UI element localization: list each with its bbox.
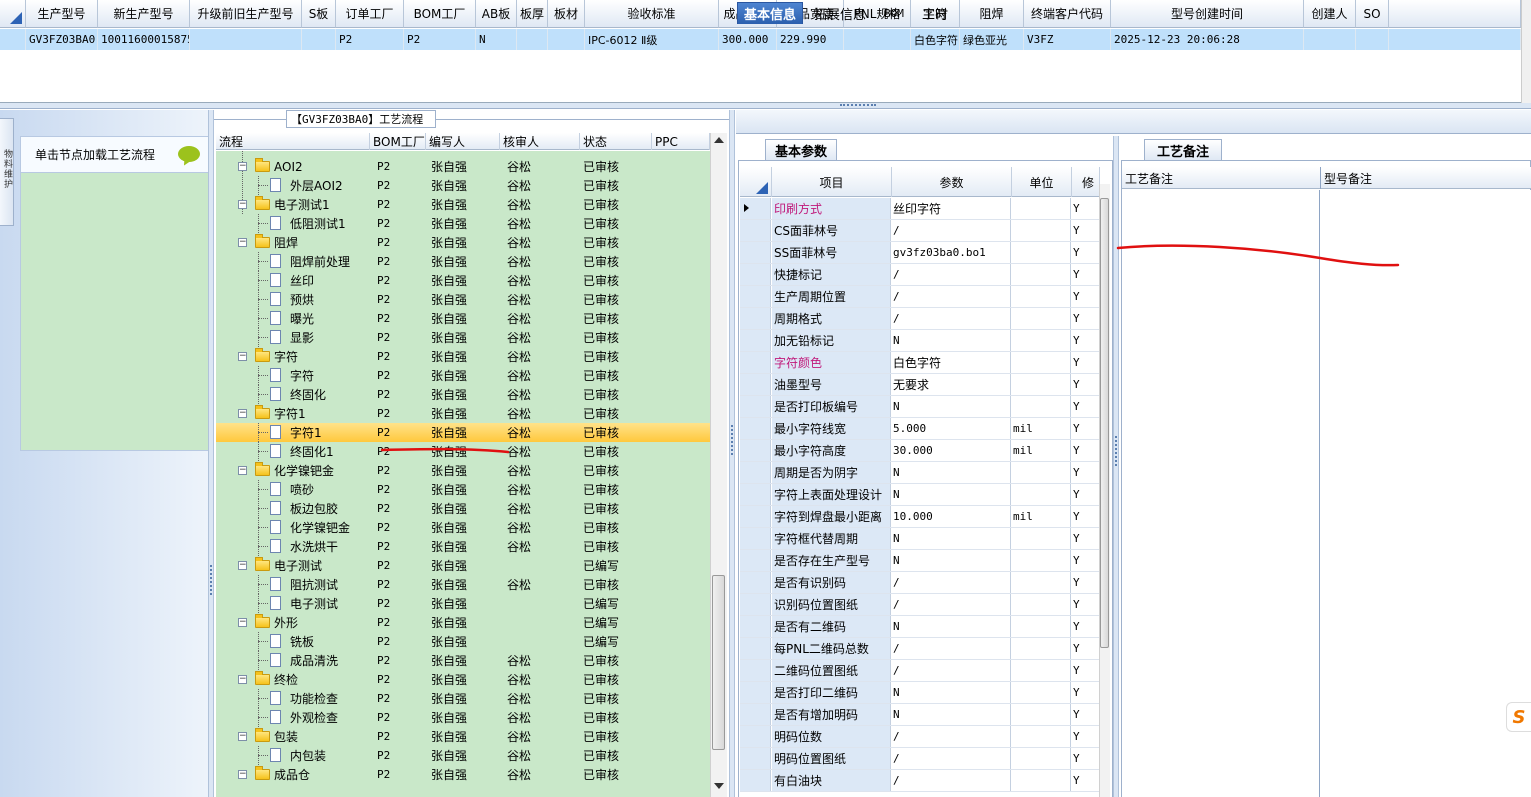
floating-widget-icon[interactable]: S	[1506, 702, 1531, 732]
annotation-strokes	[380, 244, 1400, 454]
annotation-stroke-notes	[1116, 244, 1400, 267]
annotation-stroke-tree	[380, 447, 510, 454]
